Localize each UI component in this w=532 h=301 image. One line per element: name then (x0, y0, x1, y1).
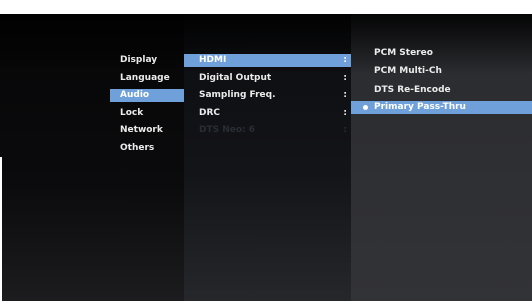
setting-label: DRC (199, 108, 221, 118)
setup-menu-screen: Display Language Audio Lock Network Othe… (0, 0, 532, 301)
option-label: DTS Re-Encode (374, 85, 451, 95)
option-dts-re-encode[interactable]: DTS Re-Encode (374, 84, 451, 97)
option-label: PCM Stereo (374, 48, 433, 58)
setting-dts-neo6: DTS Neo: 6 : (199, 124, 351, 137)
category-label: Display (120, 55, 158, 65)
setting-drc[interactable]: DRC : (199, 107, 351, 120)
option-pcm-multi-ch[interactable]: PCM Multi-Ch (374, 65, 442, 78)
setting-separator: : (343, 55, 347, 65)
setting-separator: : (343, 90, 347, 100)
category-network[interactable]: Network (120, 124, 163, 137)
category-label: Network (120, 125, 163, 135)
category-others[interactable]: Others (120, 142, 154, 155)
category-language[interactable]: Language (120, 72, 170, 85)
category-label: Audio (120, 90, 150, 100)
setting-label: DTS Neo: 6 (199, 125, 256, 135)
setting-label: HDMI (199, 55, 227, 65)
category-label: Others (120, 143, 155, 153)
setting-separator: : (343, 73, 347, 83)
setting-sampling-freq[interactable]: Sampling Freq. : (199, 89, 351, 102)
category-display[interactable]: Display (120, 54, 157, 67)
category-lock[interactable]: Lock (120, 107, 143, 120)
option-label: PCM Multi-Ch (374, 66, 442, 76)
category-label: Language (120, 73, 170, 83)
setting-label: Sampling Freq. (199, 90, 276, 100)
setting-separator: : (343, 108, 347, 118)
setting-digital-output[interactable]: Digital Output : (199, 72, 351, 85)
setting-label: Digital Output (199, 73, 272, 83)
left-edge (0, 157, 2, 301)
selected-bullet-icon (363, 105, 368, 110)
setting-separator: : (343, 125, 347, 135)
category-label: Lock (120, 108, 144, 118)
setting-hdmi[interactable]: HDMI : (184, 54, 351, 67)
option-primary-pass-thru[interactable]: Primary Pass-Thru (351, 101, 532, 114)
option-label: Primary Pass-Thru (374, 102, 466, 112)
option-pcm-stereo[interactable]: PCM Stereo (374, 47, 433, 60)
category-audio[interactable]: Audio (110, 89, 184, 102)
